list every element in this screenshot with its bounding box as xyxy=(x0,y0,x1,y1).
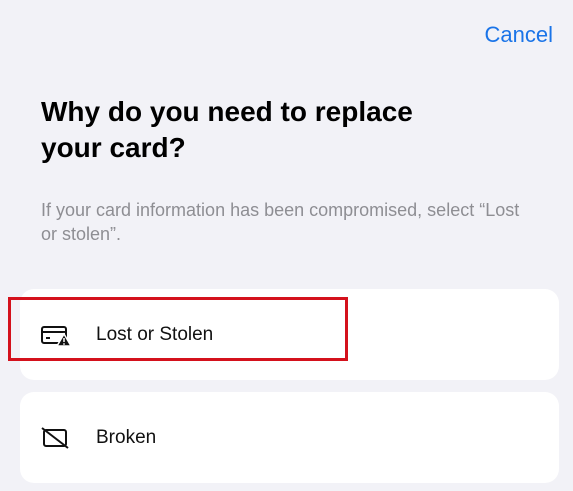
option-label: Lost or Stolen xyxy=(96,323,214,345)
broken-card-icon xyxy=(40,424,72,452)
option-label: Broken xyxy=(96,426,157,448)
page-title: Why do you need to replace your card? xyxy=(41,96,413,163)
page-subtitle: If your card information has been compro… xyxy=(41,200,520,244)
cancel-button[interactable]: Cancel xyxy=(485,22,553,48)
option-broken[interactable]: Broken xyxy=(20,392,559,483)
option-lost-or-stolen[interactable]: Lost or Stolen xyxy=(20,289,559,380)
card-warning-icon xyxy=(40,321,72,349)
